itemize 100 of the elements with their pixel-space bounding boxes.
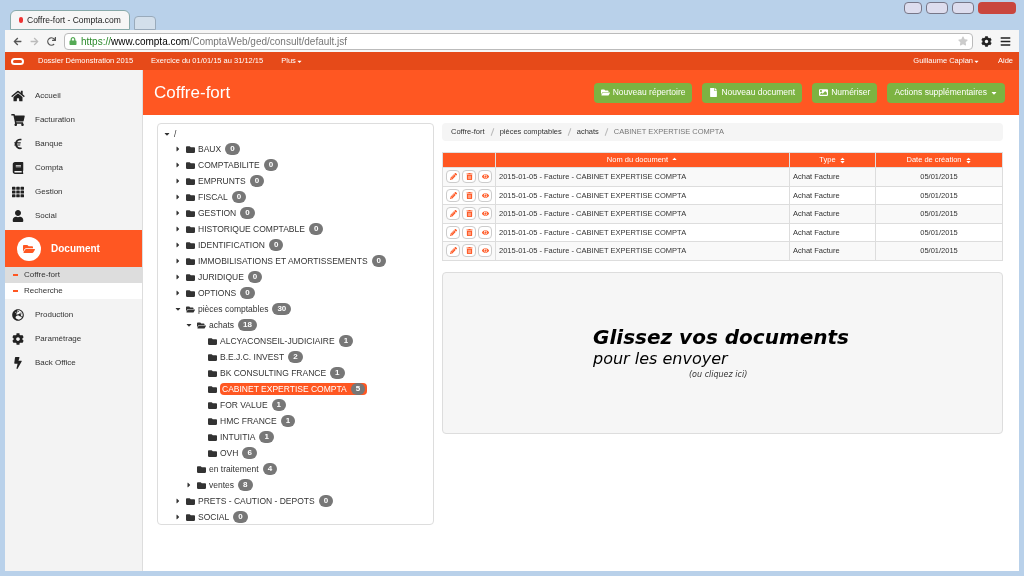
view-button[interactable]	[478, 244, 492, 258]
tree-item[interactable]: OVH 6	[220, 446, 257, 460]
tree-item[interactable]: ventes 8	[209, 478, 253, 492]
edit-button[interactable]	[446, 244, 460, 258]
tree-item[interactable]: CABINET EXPERTISE COMPTA 5	[220, 382, 368, 396]
back-icon[interactable]	[13, 36, 22, 46]
tree-root[interactable]: /	[174, 127, 177, 141]
sort-icon[interactable]	[838, 156, 846, 164]
folder-icon	[186, 176, 195, 186]
count-badge: 5	[350, 383, 366, 395]
settings-icon[interactable]	[981, 35, 992, 47]
sidebar-subitem[interactable]: Recherche	[5, 283, 142, 299]
delete-button[interactable]	[462, 188, 476, 202]
pencil-icon	[449, 173, 457, 181]
folder-icon	[208, 352, 217, 362]
caret-down-icon[interactable]	[162, 130, 172, 138]
tree-item[interactable]: achats 18	[209, 318, 257, 332]
tree-item[interactable]: COMPTABILITE 0	[198, 158, 279, 172]
folder-icon	[186, 288, 195, 298]
reload-icon[interactable]	[47, 36, 56, 46]
tree-item[interactable]: pièces comptables 30	[198, 302, 292, 316]
tree-item[interactable]: ALCYACONSEIL-JUDICIAIRE 1	[220, 334, 354, 348]
tree-item[interactable]: HISTORIQUE COMPTABLE 0	[198, 222, 324, 236]
sidebar-item[interactable]: Production	[5, 303, 142, 327]
tree-item[interactable]: IMMOBILISATIONS ET AMORTISSEMENTS 0	[198, 254, 386, 268]
tree-item[interactable]: OPTIONS 0	[198, 286, 255, 300]
sidebar-icon	[11, 210, 25, 222]
eye-icon	[481, 210, 489, 218]
tree-item[interactable]: B.E.J.C. INVEST 2	[220, 350, 303, 364]
sidebar-subitem[interactable]: Coffre-fort	[5, 267, 142, 283]
sidebar-item[interactable]: Social	[5, 204, 142, 228]
tree-item[interactable]: FISCAL 0	[198, 190, 247, 204]
tree-item[interactable]: SOCIAL 0	[198, 510, 248, 524]
edit-button[interactable]	[446, 225, 460, 239]
sidebar-item[interactable]: Facturation	[5, 108, 142, 132]
tree-item[interactable]: BK CONSULTING FRANCE 1	[220, 366, 345, 380]
count-badge: 0	[268, 239, 284, 251]
browser-tab[interactable]: Coffre-fort - Compta.com	[10, 10, 130, 30]
count-badge: 0	[263, 159, 279, 171]
folder-icon	[208, 384, 217, 394]
star-icon[interactable]	[958, 36, 968, 46]
folder-icon	[186, 144, 195, 154]
tree-item[interactable]: HMC FRANCE 1	[220, 414, 296, 428]
maximize-button[interactable]	[952, 2, 974, 14]
delete-button[interactable]	[462, 170, 476, 184]
tree-item[interactable]: FOR VALUE 1	[220, 398, 286, 412]
count-badge: 0	[240, 287, 255, 299]
address-bar[interactable]: https://www.compta.com/ComptaWeb/ged/consult/default.jsf	[64, 32, 973, 50]
sidebar-item[interactable]: Gestion	[5, 180, 142, 204]
view-button[interactable]	[478, 188, 492, 202]
view-button[interactable]	[478, 225, 492, 239]
view-button[interactable]	[478, 207, 492, 221]
edit-button[interactable]	[446, 170, 460, 184]
delete-button[interactable]	[462, 225, 476, 239]
folder-icon	[17, 236, 41, 261]
tree-item[interactable]: GESTION 0	[198, 206, 255, 220]
sidebar-item[interactable]: Paramétrage	[5, 327, 142, 351]
sidebar-item[interactable]: Back Office	[5, 351, 142, 375]
sidebar-item[interactable]: Banque	[5, 132, 142, 156]
trash-icon	[465, 173, 473, 181]
folder-icon	[186, 224, 195, 234]
trash-icon	[465, 191, 473, 199]
edit-button[interactable]	[446, 188, 460, 202]
trash-icon	[465, 247, 473, 255]
minimize-button[interactable]	[926, 2, 948, 14]
folder-icon	[186, 256, 195, 266]
eye-icon	[481, 191, 489, 199]
sidebar-item[interactable]: Compta	[5, 156, 142, 180]
new-tab-button[interactable]	[134, 16, 156, 30]
view-button[interactable]	[478, 170, 492, 184]
delete-button[interactable]	[462, 207, 476, 221]
folder-icon	[186, 496, 195, 506]
sidebar-item[interactable]: Accueil	[5, 84, 142, 108]
tree-item[interactable]: EMPRUNTS 0	[198, 174, 265, 188]
lock-icon	[69, 37, 77, 45]
tree-item[interactable]: BAUX 0	[198, 142, 240, 156]
sidebar-icon	[11, 357, 25, 369]
count-badge: 1	[330, 367, 345, 379]
folder-icon	[600, 88, 610, 97]
sort-icon[interactable]	[964, 156, 972, 164]
caret-down-icon[interactable]	[184, 321, 194, 329]
tree-item[interactable]: JURIDIQUE 0	[198, 270, 263, 284]
tree-item[interactable]: INTUITIA 1	[220, 430, 274, 444]
count-badge: 0	[247, 271, 263, 283]
sidebar-icon	[11, 309, 25, 321]
edit-button[interactable]	[446, 207, 460, 221]
dropzone-title: Glissez vos documents	[593, 324, 850, 349]
delete-button[interactable]	[462, 244, 476, 258]
tree-item[interactable]: en traitement 4	[209, 462, 278, 476]
forward-icon[interactable]	[30, 36, 39, 46]
profile-button[interactable]	[904, 2, 922, 14]
count-badge: 1	[338, 335, 354, 347]
tree-item[interactable]: PRETS - CAUTION - DEPOTS 0	[198, 494, 334, 508]
page-title: Coffre-fort	[154, 81, 231, 104]
count-badge: 4	[262, 463, 278, 475]
drop-zone[interactable]: Glissez vos documents pour les envoyer (ou cliquez ici)	[442, 271, 1003, 434]
close-button[interactable]	[978, 2, 1016, 14]
menu-icon[interactable]	[1000, 35, 1011, 47]
caret-down-icon[interactable]	[173, 305, 183, 313]
tree-item[interactable]: IDENTIFICATION 0	[198, 238, 284, 252]
